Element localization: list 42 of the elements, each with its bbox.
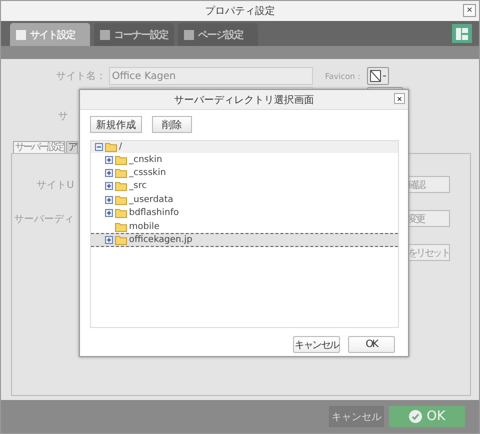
tree-item[interactable]: mobile — [91, 220, 398, 234]
window-title: プロパティ設定 — [205, 4, 275, 18]
expand-icon[interactable] — [105, 182, 113, 190]
tab[interactable]: ア — [66, 141, 78, 153]
folder-icon — [115, 168, 127, 178]
expand-icon[interactable] — [105, 196, 113, 204]
dialog-button[interactable]: キャンセル — [293, 336, 340, 353]
close-button[interactable]: × — [463, 4, 476, 17]
dialog-title: サーバーディレクトリ選択画面 — [174, 94, 314, 106]
tree-item[interactable]: _src — [91, 180, 398, 194]
tree-item[interactable]: _cssskin — [91, 166, 398, 180]
folder-icon — [115, 194, 127, 205]
tab[interactable]: ページ設定 — [178, 23, 258, 46]
toolbar-button[interactable]: 新規作成 — [90, 116, 142, 133]
tree-item[interactable]: bdflashinfo — [91, 206, 398, 220]
tree-item[interactable]: _userdata — [91, 193, 398, 207]
check-icon — [408, 410, 422, 423]
page-icon — [100, 30, 110, 40]
expand-icon[interactable] — [105, 236, 113, 244]
expand-icon[interactable] — [105, 156, 113, 164]
tree-item[interactable]: / — [91, 141, 398, 153]
page-icon — [184, 30, 194, 40]
expand-icon[interactable] — [105, 209, 113, 218]
page-icon — [16, 30, 26, 40]
folder-icon — [115, 235, 127, 246]
tab[interactable]: コーナー設定 — [94, 23, 174, 46]
field-label: サイト名： — [55, 70, 107, 83]
toolbar-button[interactable]: 削除 — [152, 116, 192, 133]
close-button[interactable]: × — [394, 93, 405, 104]
field-label: サーバーディ — [13, 212, 74, 226]
tree-item[interactable]: _cnskin — [91, 153, 398, 166]
folder-icon — [115, 208, 127, 218]
favicon-picker[interactable] — [367, 67, 389, 85]
expand-icon[interactable] — [105, 169, 113, 178]
folder-icon — [115, 181, 127, 192]
folder-icon — [105, 142, 117, 152]
field-label: サ — [57, 110, 69, 123]
field-label: Favicon : — [325, 72, 362, 80]
dialog-button[interactable]: OK — [348, 336, 395, 353]
field-label: サイトU — [36, 178, 74, 192]
tree-item[interactable]: officekagen.jp — [91, 233, 398, 247]
collapse-icon[interactable] — [95, 143, 103, 151]
